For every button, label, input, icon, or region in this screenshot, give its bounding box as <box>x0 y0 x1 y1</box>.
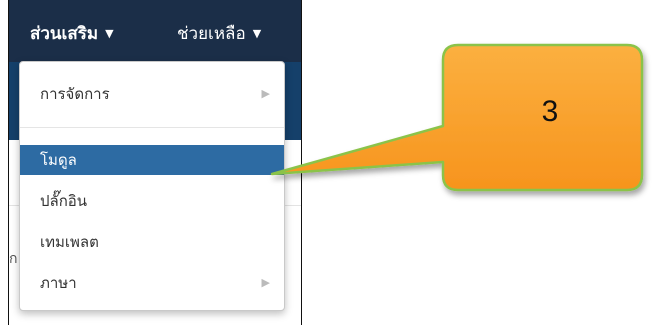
callout-annotation <box>270 43 644 192</box>
callout-number: 3 <box>541 95 559 128</box>
